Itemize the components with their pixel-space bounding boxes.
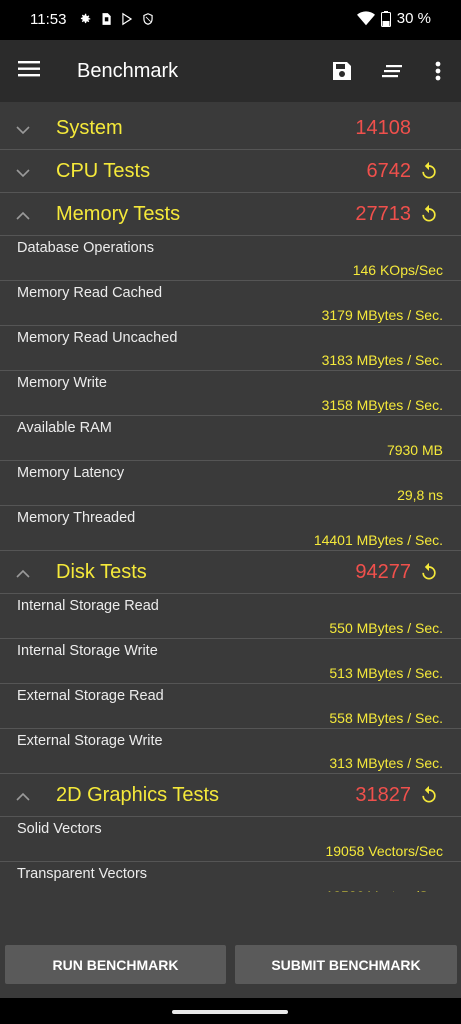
section-score: 27713 xyxy=(355,203,411,225)
benchmark-list[interactable]: System 14108 CPU Tests 6742 Memory Tests 2771… xyxy=(0,107,461,892)
settings-gear-icon xyxy=(80,13,91,24)
result-row: Memory Read Cached 3179 MBytes / Sec. xyxy=(0,281,461,326)
section-title: Memory Tests xyxy=(56,203,181,225)
rerun-icon[interactable] xyxy=(419,562,439,587)
section-title: Disk Tests xyxy=(56,561,147,583)
status-bar: 11:53 30 % xyxy=(0,0,461,40)
result-label: Memory Read Uncached xyxy=(17,330,178,346)
result-value: 550 MBytes / Sec. xyxy=(329,620,443,636)
submit-benchmark-button[interactable]: SUBMIT BENCHMARK xyxy=(235,945,457,984)
status-time: 11:53 xyxy=(30,11,67,28)
sort-icon[interactable] xyxy=(382,60,404,82)
chevron-down-icon[interactable] xyxy=(16,122,30,140)
result-label: Internal Storage Write xyxy=(17,643,158,659)
result-value: 146 KOps/Sec xyxy=(352,262,443,278)
play-store-icon xyxy=(122,12,133,26)
more-options-icon[interactable] xyxy=(428,59,448,83)
shield-icon xyxy=(143,13,153,25)
result-value: 19058 Vectors/Sec xyxy=(325,843,443,859)
section-title: CPU Tests xyxy=(56,160,151,182)
battery-percent: 30 % xyxy=(396,10,431,27)
chevron-up-icon[interactable] xyxy=(16,566,30,584)
section-title: System xyxy=(56,117,123,139)
section-score: 6742 xyxy=(366,160,412,182)
result-value: 3183 MBytes / Sec. xyxy=(321,352,443,368)
run-benchmark-button[interactable]: RUN BENCHMARK xyxy=(5,945,226,984)
result-label: Transparent Vectors xyxy=(17,866,148,882)
result-row: Internal Storage Write 513 MBytes / Sec. xyxy=(0,639,461,684)
section-header[interactable]: 2D Graphics Tests 31827 xyxy=(0,774,461,817)
home-gesture-handle[interactable] xyxy=(172,1010,288,1014)
result-label: Internal Storage Read xyxy=(17,598,159,614)
section-score: 14108 xyxy=(355,117,411,139)
rerun-icon[interactable] xyxy=(419,785,439,810)
result-label: Solid Vectors xyxy=(17,821,102,837)
result-row: Memory Latency 29,8 ns xyxy=(0,461,461,506)
result-label: Memory Threaded xyxy=(17,510,136,526)
section-header[interactable]: Memory Tests 27713 xyxy=(0,193,461,236)
result-label: Memory Read Cached xyxy=(17,285,163,301)
result-value: 3179 MBytes / Sec. xyxy=(321,307,443,323)
hamburger-menu-icon[interactable] xyxy=(18,59,42,79)
result-row: Solid Vectors 19058 Vectors/Sec xyxy=(0,817,461,862)
section-score: 31827 xyxy=(355,784,411,806)
result-row: Transparent Vectors18530 Vectors/Sec xyxy=(0,862,461,892)
section-header[interactable]: CPU Tests 6742 xyxy=(0,150,461,193)
result-value: 14401 MBytes / Sec. xyxy=(313,532,443,548)
result-row: Available RAM 7930 MB xyxy=(0,416,461,461)
result-value: 29,8 ns xyxy=(397,487,443,503)
result-row: Database Operations 146 KOps/Sec xyxy=(0,236,461,281)
section-score: 94277 xyxy=(355,561,411,583)
result-row: External Storage Write 313 MBytes / Sec. xyxy=(0,729,461,774)
sim-card-icon xyxy=(102,13,111,25)
result-value: 3158 MBytes / Sec. xyxy=(321,397,443,413)
result-value: 313 MBytes / Sec. xyxy=(329,755,443,771)
result-row: Internal Storage Read 550 MBytes / Sec. xyxy=(0,594,461,639)
chevron-down-icon[interactable] xyxy=(16,165,30,183)
save-icon[interactable] xyxy=(330,59,354,83)
section-title: 2D Graphics Tests xyxy=(56,784,220,806)
notification-icons xyxy=(78,12,155,26)
status-right: 30 % xyxy=(356,10,431,27)
result-value: 513 MBytes / Sec. xyxy=(329,665,443,681)
result-value: 558 MBytes / Sec. xyxy=(329,710,443,726)
wifi-icon xyxy=(356,11,375,26)
result-label: Available RAM xyxy=(17,420,112,436)
page-title: Benchmark xyxy=(77,60,179,82)
result-label: External Storage Write xyxy=(17,733,163,749)
chevron-up-icon[interactable] xyxy=(16,789,30,807)
battery-icon xyxy=(380,10,391,27)
rerun-icon[interactable] xyxy=(419,204,439,229)
result-row: Memory Write 3158 MBytes / Sec. xyxy=(0,371,461,416)
system-nav-bar xyxy=(0,998,461,1024)
app-bar: Benchmark xyxy=(0,40,461,102)
section-header[interactable]: Disk Tests 94277 xyxy=(0,551,461,594)
chevron-up-icon[interactable] xyxy=(16,208,30,226)
result-value: 7930 MB xyxy=(386,442,443,458)
result-row: External Storage Read 558 MBytes / Sec. xyxy=(0,684,461,729)
result-label: External Storage Read xyxy=(17,688,164,704)
result-label: Memory Write xyxy=(17,375,107,391)
rerun-icon[interactable] xyxy=(419,161,439,186)
result-label: Database Operations xyxy=(17,240,155,256)
result-label: Memory Latency xyxy=(17,465,125,481)
section-header[interactable]: System 14108 xyxy=(0,107,461,150)
result-row: Memory Threaded 14401 MBytes / Sec. xyxy=(0,506,461,551)
result-row: Memory Read Uncached 3183 MBytes / Sec. xyxy=(0,326,461,371)
